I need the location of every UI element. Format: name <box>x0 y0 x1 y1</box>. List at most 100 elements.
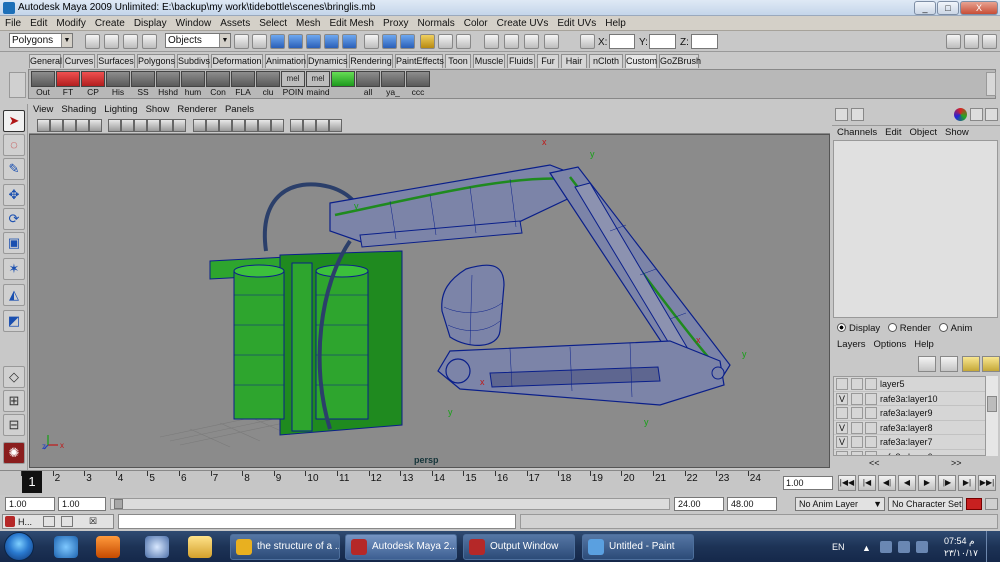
shelf-tab-surfaces[interactable]: Surfaces <box>97 54 135 68</box>
layer-row[interactable]: Vrafe3a:layer8 <box>834 421 997 435</box>
transform-mode-icon[interactable] <box>580 34 595 49</box>
select-component-icon[interactable] <box>252 34 267 49</box>
layer-help-menu[interactable]: Help <box>909 339 937 350</box>
smooth-shade-icon[interactable] <box>206 119 219 132</box>
layer-type-toggle[interactable] <box>851 392 863 405</box>
tool-settings-toggle-icon[interactable] <box>964 34 979 49</box>
shelf-tab-hair[interactable]: Hair <box>561 54 587 68</box>
go-to-start-icon[interactable]: |◀◀ <box>838 475 856 491</box>
shelf-tab-curves[interactable]: Curves <box>63 54 95 68</box>
menu-window[interactable]: Window <box>171 16 216 30</box>
shelf-button-ya_[interactable]: ya_ <box>381 71 405 97</box>
cb-show-menu[interactable]: Show <box>940 126 972 140</box>
safe-title-icon[interactable] <box>173 119 186 132</box>
volume-icon[interactable] <box>916 541 928 553</box>
wireframe-icon[interactable] <box>193 119 206 132</box>
menu-normals[interactable]: Normals <box>413 16 459 30</box>
shelf-button-con[interactable]: Con <box>206 71 230 97</box>
menu-color[interactable]: Color <box>459 16 492 30</box>
shelf-button-maind[interactable]: mel maind <box>306 71 330 97</box>
go-to-end-icon[interactable]: ▶▶| <box>978 475 996 491</box>
panel-menu-panels[interactable]: Panels <box>221 104 258 116</box>
start-button[interactable] <box>4 532 34 561</box>
menu-select[interactable]: Select <box>254 16 291 30</box>
animation-start-field[interactable]: 1.00 <box>5 497 55 511</box>
shelf-tab-ncloth[interactable]: nCloth <box>589 54 623 68</box>
save-scene-icon[interactable] <box>123 34 138 49</box>
rotate-tool-icon[interactable]: ⟳ <box>3 208 25 230</box>
universal-manipulator-icon[interactable]: ✶ <box>3 258 25 280</box>
light-icon[interactable] <box>245 119 258 132</box>
snap-grid-icon[interactable] <box>270 34 285 49</box>
cb-object-menu[interactable]: Object <box>905 126 940 140</box>
move-tool-icon[interactable]: ✥ <box>3 184 25 206</box>
isolate-select-icon[interactable] <box>290 119 303 132</box>
selection-mode-dropdown[interactable]: Objects ▼ <box>165 33 231 48</box>
command-input[interactable] <box>118 514 516 529</box>
texture-icon[interactable] <box>232 119 245 132</box>
layer-type-toggle[interactable] <box>851 407 863 419</box>
render-frame-icon[interactable] <box>456 34 471 49</box>
color-wheel-icon[interactable] <box>954 108 967 121</box>
new-scene-icon[interactable] <box>85 34 100 49</box>
layer-editor-icon[interactable] <box>851 108 864 121</box>
safe-action-icon[interactable] <box>160 119 173 132</box>
layer-color-swatch[interactable] <box>865 407 877 419</box>
cb-edit-menu[interactable]: Edit <box>880 126 904 140</box>
create-layer-selected-icon[interactable] <box>982 356 1000 372</box>
panel-menu-shading[interactable]: Shading <box>57 104 100 116</box>
shelf-button-hshd[interactable]: Hshd <box>156 71 180 97</box>
clock-date[interactable]: ٢٣/١٠/١٧ <box>944 548 978 559</box>
shelf-tab-rendering[interactable]: Rendering <box>349 54 393 68</box>
menu-mesh[interactable]: Mesh <box>291 16 324 30</box>
xray-icon[interactable] <box>303 119 316 132</box>
select-by-type-icon[interactable] <box>234 34 249 49</box>
file-explorer-icon[interactable] <box>188 536 212 558</box>
menu-edit-mesh[interactable]: Edit Mesh <box>324 16 377 30</box>
render-settings-icon[interactable] <box>504 34 519 49</box>
step-forward-frame-icon[interactable]: ▶| <box>958 475 976 491</box>
shelf-scrollbar[interactable] <box>986 72 996 96</box>
restore-icon[interactable] <box>43 516 55 527</box>
character-set-dropdown[interactable]: No Character Set <box>888 497 963 511</box>
shelf-tab-polygons[interactable]: Polygons <box>137 54 175 68</box>
layer-visibility-toggle[interactable] <box>836 378 848 390</box>
shelf-tab-animation[interactable]: Animation <box>265 54 306 68</box>
lasso-tool-icon[interactable]: ◌ <box>3 134 25 156</box>
shelf-tab-painteffects[interactable]: PaintEffects <box>395 54 444 68</box>
menu-assets[interactable]: Assets <box>215 16 254 30</box>
panel-menu-show[interactable]: Show <box>142 104 174 116</box>
shadow-icon[interactable] <box>258 119 271 132</box>
shelf-tab-custom[interactable]: Custom <box>625 54 657 68</box>
single-view-layout-icon[interactable]: ◇ <box>3 366 25 388</box>
scale-tool-icon[interactable]: ▣ <box>3 232 25 254</box>
display-radio[interactable]: Display <box>832 323 880 334</box>
shelf-button-clu[interactable]: clu <box>256 71 280 97</box>
xray-joints-icon[interactable] <box>316 119 329 132</box>
xray-components-icon[interactable] <box>329 119 342 132</box>
paint-select-tool-icon[interactable]: ✎ <box>3 158 25 180</box>
new-layer-from-selection-icon[interactable] <box>940 356 958 372</box>
perspective-viewport[interactable]: x y y x y y x y z x persp <box>29 134 830 468</box>
z-field[interactable] <box>691 34 718 49</box>
bookmark-icon[interactable] <box>63 119 76 132</box>
history-icon[interactable] <box>364 34 379 49</box>
action-center-icon[interactable] <box>898 541 910 553</box>
shelf-tab-fur[interactable]: Fur <box>537 54 559 68</box>
attribute-editor-toggle-icon[interactable] <box>946 34 961 49</box>
layer-list-scrollbar[interactable] <box>985 376 998 456</box>
ipr-render-icon[interactable] <box>484 34 499 49</box>
layer-visibility-toggle[interactable] <box>836 450 848 455</box>
new-empty-layer-icon[interactable] <box>918 356 936 372</box>
taskbar-item[interactable]: Output Window <box>463 534 575 560</box>
anim-layer-dropdown[interactable]: No Anim Layer ▼ <box>795 497 885 511</box>
channel-box-icon[interactable] <box>835 108 848 121</box>
channels-menu[interactable]: Channels <box>832 126 880 140</box>
layer-type-toggle[interactable] <box>851 378 863 390</box>
x-field[interactable] <box>609 34 635 49</box>
panel-menu-renderer[interactable]: Renderer <box>173 104 221 116</box>
step-back-key-icon[interactable]: ◀| <box>878 475 896 491</box>
shelf-button-ft[interactable]: FT <box>56 71 80 97</box>
tray-arrow-icon[interactable]: ▲ <box>862 543 871 553</box>
layer-type-toggle[interactable] <box>851 450 863 455</box>
